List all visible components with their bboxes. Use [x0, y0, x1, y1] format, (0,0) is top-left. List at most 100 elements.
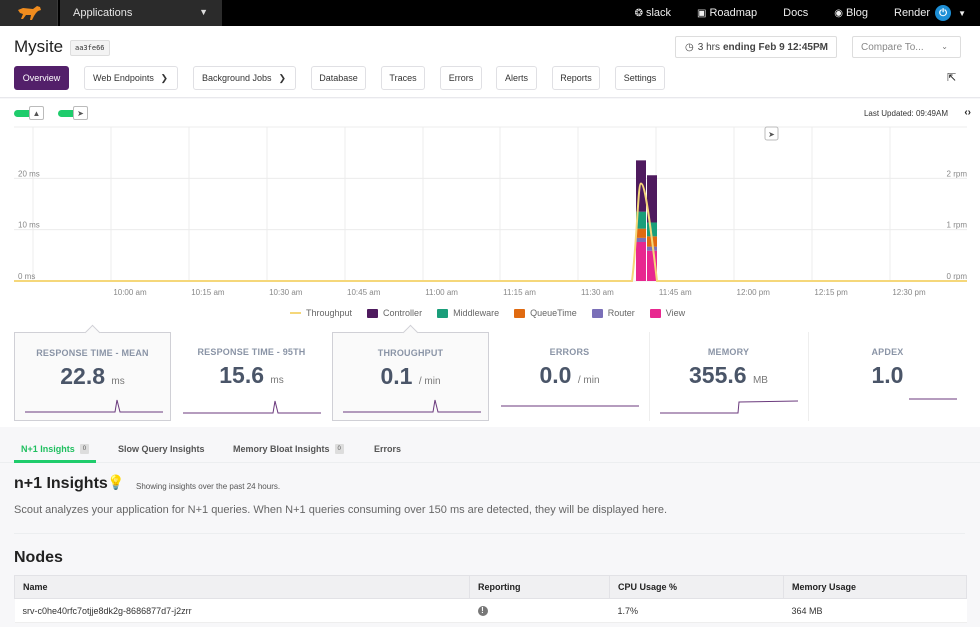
bar-segment-queuetime: [636, 228, 646, 238]
x-tick-label: 10:45 am: [347, 288, 381, 297]
tab-n-plus-one-insights[interactable]: N+1 Insights 0: [21, 444, 90, 454]
nav-errors[interactable]: Errors: [440, 66, 482, 90]
nav-web-endpoints[interactable]: Web Endpoints ❯: [84, 66, 178, 90]
docs-link[interactable]: Docs: [783, 7, 808, 19]
node-memory: 364 MB: [783, 598, 967, 623]
legend-label: Throughput: [306, 308, 353, 318]
applications-label: Applications: [73, 7, 133, 19]
y-tick-right: 2 rpm: [947, 169, 968, 178]
roadmap-link[interactable]: ▣ Roadmap: [697, 7, 757, 19]
node-name[interactable]: srv-c0he40rfc7otjje8dk2g-8686877d7-j2zrr: [14, 598, 470, 623]
x-tick-label: 11:15 am: [503, 288, 536, 297]
metric-memory[interactable]: MEMORY 355.6 MB: [650, 332, 807, 421]
nav-traces[interactable]: Traces: [381, 66, 425, 90]
metric-label: THROUGHPUT: [377, 348, 444, 358]
insights-description: Scout analyzes your application for N+1 …: [14, 504, 668, 516]
compare-to-select[interactable]: Compare To... ⌄: [852, 36, 961, 58]
table-header-row: Name Reporting CPU Usage % Memory Usage: [14, 575, 967, 599]
node-reporting: !: [469, 598, 610, 623]
account-menu[interactable]: Render ⏻ ▼: [894, 5, 966, 21]
chevron-down-icon: ▼: [958, 8, 966, 18]
tab-label: Slow Query Insights: [118, 444, 205, 454]
legend-controller[interactable]: Controller: [367, 308, 422, 318]
column-header-cpu[interactable]: CPU Usage %: [609, 575, 784, 599]
metric-unit: MB: [752, 375, 768, 386]
legend-queuetime[interactable]: QueueTime: [514, 308, 577, 318]
sparkline-path: [183, 400, 321, 414]
divider: [14, 533, 965, 534]
sparkline: [343, 399, 481, 413]
scout-logo[interactable]: [0, 0, 58, 26]
nodes-table: Name Reporting CPU Usage % Memory Usage …: [14, 575, 967, 623]
tab-memory-bloat-insights[interactable]: Memory Bloat Insights 0: [233, 444, 344, 454]
metric-label: RESPONSE TIME - 95TH: [197, 347, 306, 357]
metric-value: 355.6: [689, 362, 747, 388]
chart-panel: ▲ ➤ Last Updated: 09:49AM ‹› 0 ms 10 ms 20…: [0, 99, 980, 326]
page-title: Mysite: [14, 37, 64, 56]
chart-legend: Throughput Controller Middleware QueueTi…: [290, 308, 700, 318]
x-tick-label: 12:15 pm: [814, 288, 848, 297]
legend-label: Controller: [383, 308, 423, 318]
share-icon[interactable]: ⇱: [947, 71, 956, 84]
metric-apdex[interactable]: APDEX 1.0: [809, 332, 966, 421]
legend-throughput[interactable]: Throughput: [290, 308, 352, 318]
column-header-reporting[interactable]: Reporting: [469, 575, 610, 599]
legend-swatch: [290, 312, 301, 314]
tab-slow-query-insights[interactable]: Slow Query Insights: [118, 444, 205, 454]
metric-label: MEMORY: [707, 347, 750, 357]
legend-swatch: [649, 308, 661, 318]
response-time-chart[interactable]: 0 ms 10 ms 20 ms 0 rpm 1 rpm 2 rpm 10:00 am 10:…: [0, 99, 980, 299]
nav-database[interactable]: Database: [311, 66, 366, 90]
count-badge: 0: [334, 444, 344, 454]
x-tick-label: 12:30 pm: [892, 288, 926, 297]
applications-dropdown[interactable]: Applications ▼: [60, 0, 222, 26]
column-header-memory[interactable]: Memory Usage: [783, 575, 967, 599]
power-icon: ⏻: [935, 5, 952, 21]
nav-overview[interactable]: Overview: [14, 66, 69, 90]
tab-errors[interactable]: Errors: [374, 444, 401, 454]
account-name: Render: [894, 7, 931, 19]
legend-view[interactable]: View: [649, 308, 685, 318]
metric-value: 0.1: [380, 363, 413, 389]
sparkline: [909, 398, 957, 400]
legend-router[interactable]: Router: [591, 308, 635, 318]
nav-label: Traces: [389, 73, 417, 83]
tab-label: N+1 Insights: [21, 444, 75, 454]
nav-background-jobs[interactable]: Background Jobs ❯: [193, 66, 296, 90]
nav-reports[interactable]: Reports: [552, 66, 600, 90]
metric-errors[interactable]: ERRORS 0.0 / min: [491, 332, 648, 421]
column-header-name[interactable]: Name: [14, 575, 470, 599]
legend-middleware[interactable]: Middleware: [437, 308, 499, 318]
x-tick-label: 11:45 am: [659, 288, 692, 297]
y-tick-right: 0 rpm: [947, 272, 968, 281]
tab-label: Errors: [374, 444, 402, 454]
y-tick-left: 10 ms: [18, 221, 40, 230]
x-tick-label: 10:15 am: [191, 288, 225, 297]
warning-icon: !: [477, 605, 488, 616]
sparkline-path: [660, 400, 799, 414]
metric-unit: ms: [111, 376, 125, 387]
chevron-down-icon: ⌄: [817, 42, 824, 51]
time-range-duration: 3 hrs: [697, 41, 720, 53]
nav-alerts[interactable]: Alerts: [496, 66, 537, 90]
table-row[interactable]: srv-c0he40rfc7otjje8dk2g-8686877d7-j2zrr…: [14, 598, 967, 623]
metric-response-time-mean[interactable]: RESPONSE TIME - MEAN 22.8 ms: [14, 324, 171, 421]
blog-link[interactable]: ◉ Blog: [834, 7, 868, 19]
metric-label: ERRORS: [549, 347, 590, 357]
metric-unit: ms: [270, 375, 284, 386]
slack-link[interactable]: ❂ slack: [635, 7, 671, 19]
nav-label: Reports: [560, 73, 592, 83]
chevron-down-icon: ⌄: [941, 42, 948, 51]
metric-response-time-95th[interactable]: RESPONSE TIME - 95TH 15.6 ms: [173, 332, 330, 421]
nav-settings[interactable]: Settings: [615, 66, 665, 90]
time-range-selector[interactable]: ◷ 3 hrs ending Feb 9 12:45PM ⌄: [675, 36, 837, 58]
metric-throughput[interactable]: THROUGHPUT 0.1 / min: [332, 324, 489, 421]
legend-swatch: [591, 308, 603, 318]
active-tab-indicator: [14, 460, 96, 463]
compare-placeholder: Compare To...: [861, 41, 924, 53]
y-tick-left: 0 ms: [18, 272, 35, 281]
sparkline: [183, 400, 321, 414]
sparkline-path: [25, 399, 163, 413]
app-header: Mysite aa3fe66 ◷ 3 hrs ending Feb 9 12:4…: [0, 26, 980, 98]
nav-label: Settings: [623, 73, 657, 83]
